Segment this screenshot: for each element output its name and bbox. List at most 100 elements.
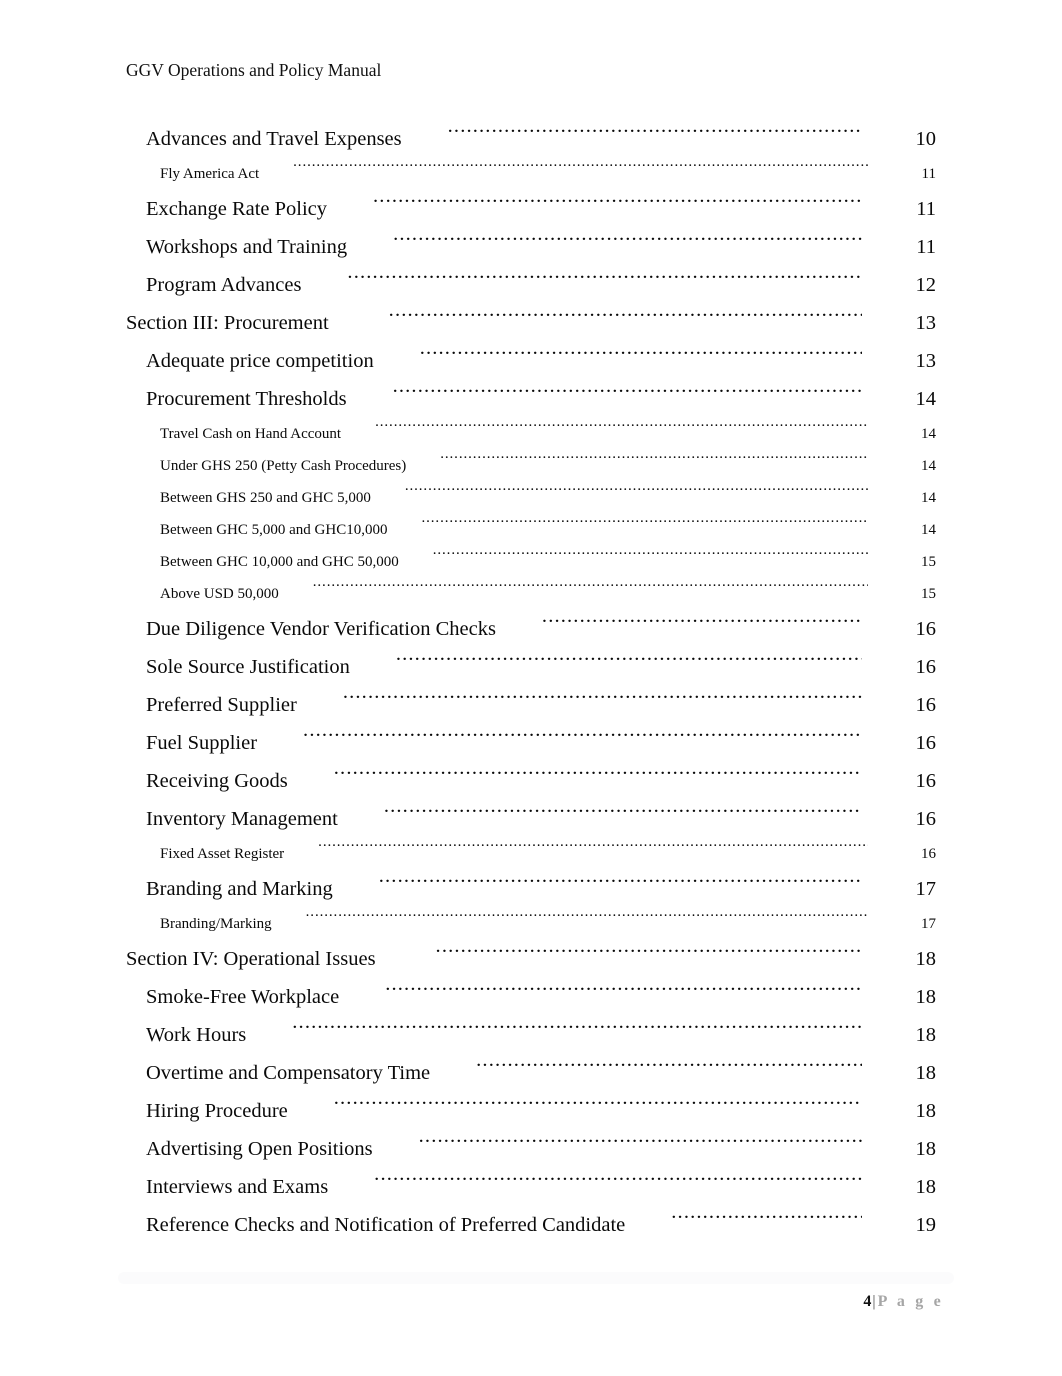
toc-entry[interactable]: Receiving Goods.........................… — [126, 762, 936, 800]
toc-entry-page-number: 18 — [915, 1024, 937, 1046]
toc-entry-page-number: 18 — [915, 986, 937, 1008]
toc-dot-leader: ........................................… — [541, 614, 862, 628]
document-page: GGV Operations and Policy Manual Advance… — [0, 0, 1062, 1376]
toc-entry[interactable]: Due Diligence Vendor Verification Checks… — [126, 610, 936, 648]
toc-entry-title: Branding and Marking — [146, 878, 333, 900]
toc-entry-title: Section IV: Operational Issues — [126, 948, 376, 970]
toc-entry-page-number: 13 — [915, 350, 937, 372]
toc-entry-page-number: 14 — [921, 426, 936, 442]
toc-entry-page-number: 14 — [921, 490, 936, 506]
toc-dot-leader: ........................................… — [378, 874, 862, 888]
toc-dot-leader: ........................................… — [395, 652, 862, 666]
toc-dot-leader: ........................................… — [313, 583, 868, 598]
toc-dot-leader: ........................................… — [375, 423, 868, 438]
toc-dot-leader: ........................................… — [433, 551, 868, 566]
toc-entry-title: Work Hours — [146, 1024, 247, 1046]
toc-entry[interactable]: Overtime and Compensatory Time..........… — [126, 1054, 936, 1092]
toc-dot-leader: ........................................… — [333, 766, 862, 780]
toc-entry-page-number: 16 — [915, 694, 937, 716]
toc-entry-page-number: 18 — [915, 1062, 937, 1084]
toc-entry-page-number: 16 — [915, 808, 937, 830]
toc-entry[interactable]: Hiring Procedure........................… — [126, 1092, 936, 1130]
toc-entry-title: Receiving Goods — [146, 770, 288, 792]
toc-dot-leader: ........................................… — [405, 487, 868, 502]
toc-entry[interactable]: Adequate price competition..............… — [126, 342, 936, 380]
toc-dot-leader: ........................................… — [421, 519, 868, 534]
toc-entry-page-number: 16 — [921, 846, 936, 862]
toc-entry-title: Interviews and Exams — [146, 1176, 329, 1198]
toc-entry[interactable]: Interviews and Exams....................… — [126, 1168, 936, 1206]
toc-dot-leader: ........................................… — [435, 944, 862, 958]
toc-entry[interactable]: Fly America Act.........................… — [126, 158, 936, 190]
toc-entry[interactable]: Section IV: Operational Issues..........… — [126, 940, 936, 978]
toc-dot-leader: ........................................… — [303, 728, 862, 742]
toc-entry[interactable]: Workshops and Training..................… — [126, 228, 936, 266]
toc-entry-page-number: 14 — [921, 458, 936, 474]
toc-entry-title: Advertising Open Positions — [146, 1138, 373, 1160]
toc-dot-leader: ........................................… — [373, 194, 862, 208]
toc-dot-leader: ........................................… — [333, 1096, 862, 1110]
toc-entry[interactable]: Section III: Procurement................… — [126, 304, 936, 342]
toc-entry-page-number: 18 — [915, 948, 937, 970]
toc-dot-leader: ........................................… — [293, 163, 868, 178]
toc-entry-page-number: 18 — [915, 1100, 937, 1122]
toc-entry-page-number: 16 — [915, 618, 937, 640]
toc-entry[interactable]: Under GHS 250 (Petty Cash Procedures)...… — [126, 450, 936, 482]
toc-dot-leader: ........................................… — [476, 1058, 862, 1072]
toc-entry[interactable]: Between GHS 250 and GHC 5,000...........… — [126, 482, 936, 514]
toc-entry-page-number: 12 — [915, 274, 937, 296]
toc-entry[interactable]: Smoke-Free Workplace....................… — [126, 978, 936, 1016]
toc-entry-title: Under GHS 250 (Petty Cash Procedures) — [160, 458, 407, 474]
toc-entry[interactable]: Travel Cash on Hand Account.............… — [126, 418, 936, 450]
toc-entry[interactable]: Work Hours..............................… — [126, 1016, 936, 1054]
toc-dot-leader: ........................................… — [419, 346, 862, 360]
toc-dot-leader: ........................................… — [318, 843, 868, 858]
toc-entry-title: Preferred Supplier — [146, 694, 297, 716]
toc-entry-page-number: 16 — [915, 656, 937, 678]
toc-dot-leader: ........................................… — [418, 1134, 862, 1148]
toc-dot-leader: ........................................… — [388, 308, 862, 322]
toc-entry[interactable]: Reference Checks and Notification of Pre… — [126, 1206, 936, 1244]
toc-entry[interactable]: Program Advances........................… — [126, 266, 936, 304]
toc-dot-leader: ........................................… — [385, 982, 862, 996]
toc-entry[interactable]: Branding/Marking........................… — [126, 908, 936, 940]
toc-entry[interactable]: Branding and Marking....................… — [126, 870, 936, 908]
toc-dot-leader: ........................................… — [292, 1020, 862, 1034]
toc-entry-page-number: 18 — [915, 1176, 937, 1198]
toc-dot-leader: ........................................… — [392, 384, 862, 398]
toc-dot-leader: ........................................… — [383, 804, 862, 818]
toc-entry[interactable]: Advances and Travel Expenses............… — [126, 120, 936, 158]
toc-entry-page-number: 14 — [915, 388, 937, 410]
toc-entry-title: Fly America Act — [160, 166, 260, 182]
toc-entry-title: Sole Source Justification — [146, 656, 350, 678]
toc-entry[interactable]: Fixed Asset Register....................… — [126, 838, 936, 870]
toc-dot-leader: ........................................… — [671, 1210, 862, 1224]
toc-entry-title: Branding/Marking — [160, 916, 272, 932]
toc-entry-title: Travel Cash on Hand Account — [160, 426, 342, 442]
toc-entry-page-number: 16 — [915, 732, 937, 754]
toc-entry[interactable]: Exchange Rate Policy....................… — [126, 190, 936, 228]
toc-dot-leader: ........................................… — [347, 270, 862, 284]
toc-dot-leader: ........................................… — [374, 1172, 862, 1186]
toc-entry[interactable]: Between GHC 10,000 and GHC 50,000.......… — [126, 546, 936, 578]
page-footer: 4| P a g e — [863, 1290, 944, 1314]
toc-entry-title: Between GHC 5,000 and GHC10,000 — [160, 522, 388, 538]
toc-entry[interactable]: Sole Source Justification...............… — [126, 648, 936, 686]
table-of-contents: Advances and Travel Expenses............… — [126, 120, 936, 1244]
toc-entry[interactable]: Advertising Open Positions..............… — [126, 1130, 936, 1168]
toc-entry[interactable]: Procurement Thresholds..................… — [126, 380, 936, 418]
toc-entry-title: Workshops and Training — [146, 236, 348, 258]
toc-dot-leader: ........................................… — [447, 124, 862, 138]
footer-divider — [118, 1272, 954, 1284]
toc-entry-title: Between GHC 10,000 and GHC 50,000 — [160, 554, 399, 570]
toc-entry[interactable]: Preferred Supplier......................… — [126, 686, 936, 724]
toc-entry[interactable]: Inventory Management....................… — [126, 800, 936, 838]
toc-entry-title: Between GHS 250 and GHC 5,000 — [160, 490, 371, 506]
toc-entry[interactable]: Above USD 50,000........................… — [126, 578, 936, 610]
toc-entry-title: Fixed Asset Register — [160, 846, 285, 862]
footer-page-label: P a g e — [877, 1293, 944, 1310]
toc-entry-title: Reference Checks and Notification of Pre… — [146, 1214, 626, 1236]
toc-entry[interactable]: Between GHC 5,000 and GHC10,000.........… — [126, 514, 936, 546]
toc-entry[interactable]: Fuel Supplier...........................… — [126, 724, 936, 762]
toc-entry-title: Adequate price competition — [146, 350, 374, 372]
